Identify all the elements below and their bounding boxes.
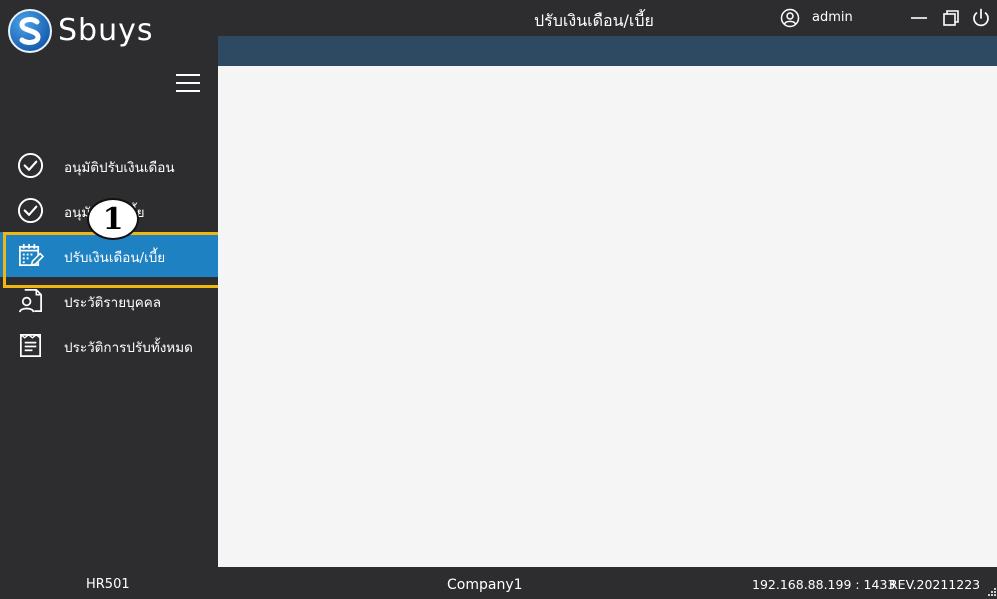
logo-mark-icon — [8, 9, 52, 53]
sidebar-item-label: อนุมัติปรับเงินเดือน — [64, 160, 175, 176]
list-document-icon — [19, 334, 42, 357]
logo-text: Sbuys — [58, 13, 154, 48]
window-title: ปรับเงินเดือน/เบี้ย — [534, 11, 654, 30]
calendar-edit-icon — [19, 243, 44, 267]
main-content-area — [218, 66, 997, 567]
restore-window-icon[interactable] — [940, 7, 962, 29]
sidebar-item-personal-history[interactable]: ประวัติรายบุคคล — [0, 277, 218, 322]
step-callout-badge: 1 — [87, 198, 139, 240]
status-bar: HR501 Company1 192.168.88.199 : 1433 REV… — [0, 567, 997, 599]
check-circle-icon — [17, 152, 44, 179]
hamburger-menu-icon[interactable] — [176, 74, 200, 94]
app-logo: Sbuys — [8, 9, 178, 53]
resize-grip-icon[interactable] — [983, 585, 997, 599]
sidebar-menu: อนุมัติปรับเงินเดือน อนุมัติปรับเบี้ย — [0, 142, 221, 367]
check-circle-icon — [17, 197, 44, 224]
screen-code: HR501 — [86, 577, 130, 592]
user-account-icon[interactable] — [780, 8, 800, 28]
user-name[interactable]: admin — [812, 10, 853, 25]
minimize-icon[interactable] — [908, 7, 930, 29]
toolbar-strip — [218, 36, 997, 66]
sidebar-item-label: ประวัติการปรับทั้งหมด — [64, 340, 193, 356]
power-icon[interactable] — [970, 7, 992, 29]
title-bar: ปรับเงินเดือน/เบี้ย admin — [218, 0, 997, 36]
company-name: Company1 — [447, 577, 523, 593]
revision-label: REV.20211223 — [889, 577, 981, 592]
person-document-icon — [19, 289, 42, 313]
sidebar-item-label: ปรับเงินเดือน/เบี้ย — [64, 250, 166, 266]
sidebar-item-approve-salary[interactable]: อนุมัติปรับเงินเดือน — [0, 142, 218, 187]
server-address: 192.168.88.199 : 1433 — [752, 577, 896, 592]
sidebar-item-label: ประวัติรายบุคคล — [64, 295, 162, 311]
sidebar: Sbuys อนุมัติปรับเงินเดือน อนุมัติปรับเบ… — [0, 0, 221, 567]
sidebar-item-all-history[interactable]: ประวัติการปรับทั้งหมด — [0, 322, 218, 367]
